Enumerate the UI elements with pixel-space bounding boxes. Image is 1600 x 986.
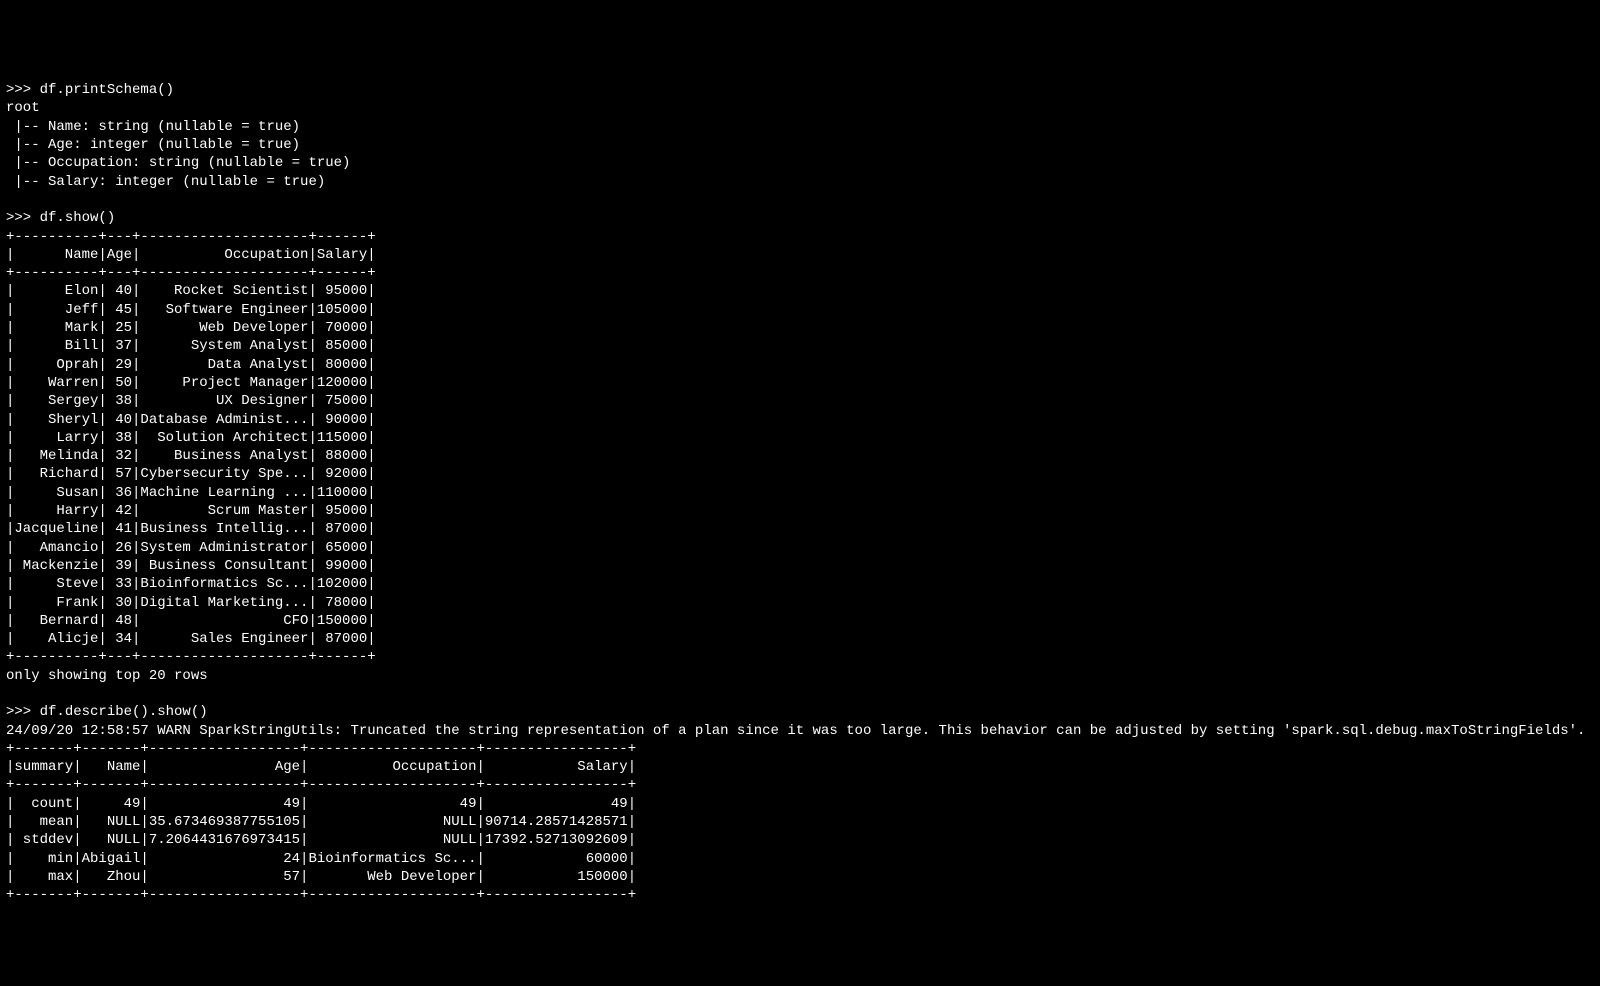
terminal-output[interactable]: >>> df.printSchema() root |-- Name: stri…: [0, 73, 1600, 912]
describe-row: | stddev| NULL|7.2064431676973415| NULL|…: [6, 832, 636, 848]
show-row: | Susan| 36|Machine Learning ...|110000|: [6, 485, 376, 501]
show-row: | Mackenzie| 39| Business Consultant| 99…: [6, 558, 376, 574]
show-sep: +----------+---+--------------------+---…: [6, 229, 376, 245]
show-row: | Warren| 50| Project Manager|120000|: [6, 375, 376, 391]
show-row: | Bernard| 48| CFO|150000|: [6, 613, 376, 629]
show-sep: +----------+---+--------------------+---…: [6, 649, 376, 665]
show-row: |Jacqueline| 41|Business Intellig...| 87…: [6, 521, 376, 537]
show-row: | Oprah| 29| Data Analyst| 80000|: [6, 357, 376, 373]
warn-line: 24/09/20 12:58:57 WARN SparkStringUtils:…: [6, 723, 1585, 739]
show-row: | Alicje| 34| Sales Engineer| 87000|: [6, 631, 376, 647]
describe-header: |summary| Name| Age| Occupation| Salary|: [6, 759, 636, 775]
show-row: | Sheryl| 40|Database Administ...| 90000…: [6, 412, 376, 428]
describe-sep: +-------+-------+------------------+----…: [6, 741, 636, 757]
show-row: | Elon| 40| Rocket Scientist| 95000|: [6, 283, 376, 299]
show-row: | Amancio| 26|System Administrator| 6500…: [6, 540, 376, 556]
describe-row: | count| 49| 49| 49| 49|: [6, 796, 636, 812]
describe-row: | max| Zhou| 57| Web Developer| 150000|: [6, 869, 636, 885]
show-row: | Steve| 33|Bioinformatics Sc...|102000|: [6, 576, 376, 592]
schema-field: |-- Name: string (nullable = true): [6, 119, 300, 135]
prompt: >>>: [6, 704, 40, 720]
describe-sep: +-------+-------+------------------+----…: [6, 777, 636, 793]
describe-row: | mean| NULL|35.673469387755105| NULL|90…: [6, 814, 636, 830]
show-row: | Mark| 25| Web Developer| 70000|: [6, 320, 376, 336]
schema-field: |-- Occupation: string (nullable = true): [6, 155, 350, 171]
schema-field: |-- Salary: integer (nullable = true): [6, 174, 325, 190]
describe-row: | min|Abigail| 24|Bioinformatics Sc...| …: [6, 851, 636, 867]
command-printschema: df.printSchema(): [40, 82, 174, 98]
schema-root: root: [6, 100, 40, 116]
prompt: >>>: [6, 82, 40, 98]
show-row: | Sergey| 38| UX Designer| 75000|: [6, 393, 376, 409]
prompt: >>>: [6, 210, 40, 226]
show-row: | Richard| 57|Cybersecurity Spe...| 9200…: [6, 466, 376, 482]
describe-sep: +-------+-------+------------------+----…: [6, 887, 636, 903]
show-sep: +----------+---+--------------------+---…: [6, 265, 376, 281]
command-describe: df.describe().show(): [40, 704, 208, 720]
schema-field: |-- Age: integer (nullable = true): [6, 137, 300, 153]
show-header: | Name|Age| Occupation|Salary|: [6, 247, 376, 263]
show-row: | Bill| 37| System Analyst| 85000|: [6, 338, 376, 354]
show-row: | Harry| 42| Scrum Master| 95000|: [6, 503, 376, 519]
show-row: | Frank| 30|Digital Marketing...| 78000|: [6, 595, 376, 611]
show-row: | Jeff| 45| Software Engineer|105000|: [6, 302, 376, 318]
show-row: | Melinda| 32| Business Analyst| 88000|: [6, 448, 376, 464]
command-show: df.show(): [40, 210, 116, 226]
show-row: | Larry| 38| Solution Architect|115000|: [6, 430, 376, 446]
show-footer: only showing top 20 rows: [6, 668, 208, 684]
